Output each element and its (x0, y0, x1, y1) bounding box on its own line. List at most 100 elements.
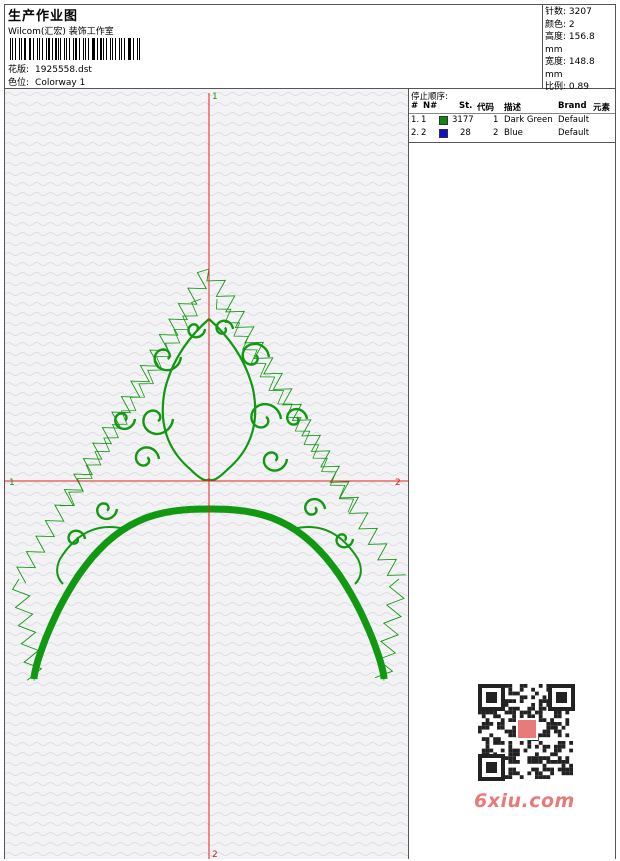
col-header: 元素 (593, 103, 611, 113)
design-label: 花版: (8, 65, 30, 75)
qr-module (512, 752, 516, 757)
qr-module (512, 714, 516, 719)
qr-module (519, 710, 524, 715)
qr-module (519, 687, 524, 692)
qr-module (508, 748, 513, 753)
qr-module (569, 748, 573, 753)
qr-module (554, 752, 558, 757)
stat-label: 颜色: (545, 19, 567, 30)
qr-module (557, 744, 562, 749)
qr-module (554, 710, 558, 715)
qr-module (557, 767, 562, 772)
qr-module (504, 729, 509, 734)
qr-module (485, 748, 490, 753)
qr-module (550, 760, 554, 764)
qr-module (512, 729, 516, 734)
qr-module (512, 760, 516, 764)
barcode-bar (87, 38, 89, 60)
row-description: Dark Green (504, 115, 553, 125)
qr-module (481, 725, 486, 730)
qr-module (561, 763, 566, 768)
qr-module (561, 767, 566, 772)
barcode-bar (110, 38, 111, 60)
qr-module (485, 737, 490, 741)
barcode-bar (64, 38, 66, 60)
qr-module (512, 691, 516, 696)
barcode-bar (91, 38, 93, 60)
stat-width: 宽度: 148.8 mm (545, 56, 615, 81)
barcode-bar (129, 38, 132, 60)
qr-module (516, 748, 520, 753)
qr-module (535, 760, 539, 764)
barcode-bar (47, 38, 50, 60)
qr-module (561, 741, 566, 745)
col-header: St. (459, 101, 473, 111)
stat-label: 针数: (545, 7, 567, 17)
qr-module (508, 771, 513, 776)
qr-module (485, 722, 490, 726)
qr-module (546, 725, 551, 730)
barcode-bar (30, 38, 32, 60)
crosshair-label-left: 1 (9, 478, 15, 488)
qr-module (561, 760, 566, 764)
qr-module (546, 729, 551, 734)
qr-module (554, 714, 558, 719)
qr-module (497, 722, 501, 726)
qr-module (565, 767, 570, 772)
qr-module (538, 699, 543, 703)
qr-module (508, 775, 513, 779)
qr-module (527, 771, 532, 776)
qr-module (497, 714, 501, 719)
row-stitches: 3177 (452, 115, 474, 125)
color-swatch (439, 116, 448, 125)
qr-module (538, 771, 543, 776)
qr-module (557, 729, 562, 734)
qr-module (512, 699, 516, 703)
qr-module (538, 760, 543, 764)
barcode-bar (66, 38, 68, 60)
qr-module (508, 710, 513, 715)
qr-module (527, 710, 532, 715)
qr-module (485, 741, 490, 745)
qr-module (485, 725, 490, 730)
design-info: 花版: 1925558.dst (8, 62, 92, 75)
row-code: 2 (493, 128, 499, 138)
barcode-bar (123, 38, 125, 60)
barcode-bar (75, 38, 78, 60)
table-header: # N# St. 代码 描述 Brand 元素 (409, 101, 615, 114)
qr-module (500, 741, 505, 745)
barcode-bar (23, 38, 26, 60)
qr-module (519, 684, 524, 688)
qr-module (535, 744, 539, 749)
design-preview[interactable]: 1 1 2 2 (5, 89, 409, 859)
qr-module (519, 775, 524, 779)
qr-module (516, 771, 520, 776)
qr-module (481, 737, 486, 741)
qr-module (512, 748, 516, 753)
qr-module (512, 756, 516, 760)
qr-module (508, 767, 513, 772)
qr-module (535, 710, 539, 715)
barcode-bar (84, 38, 86, 60)
qr-module (523, 695, 528, 700)
qr-module (554, 725, 558, 730)
barcode-bar (15, 38, 16, 60)
qr-module (569, 767, 573, 772)
qr-module (569, 771, 573, 776)
qr-module (508, 741, 513, 745)
table-row[interactable]: 1. 1 3177 1 Dark Green Default (409, 115, 615, 127)
table-row[interactable]: 2. 2 28 2 Blue Default (409, 128, 615, 140)
qr-module (546, 756, 551, 760)
qr-module (519, 695, 524, 700)
qr-module (516, 691, 520, 696)
qr-code-graphic (478, 684, 575, 781)
qr-module (512, 718, 516, 722)
qr-module (557, 748, 562, 753)
qr-module (531, 695, 535, 700)
qr-module (535, 691, 539, 696)
colorway-value: Colorway 1 (35, 78, 86, 88)
qr-module (493, 737, 497, 741)
barcode-bar (111, 38, 113, 60)
barcode-bar (33, 38, 35, 60)
qr-module (561, 771, 566, 776)
